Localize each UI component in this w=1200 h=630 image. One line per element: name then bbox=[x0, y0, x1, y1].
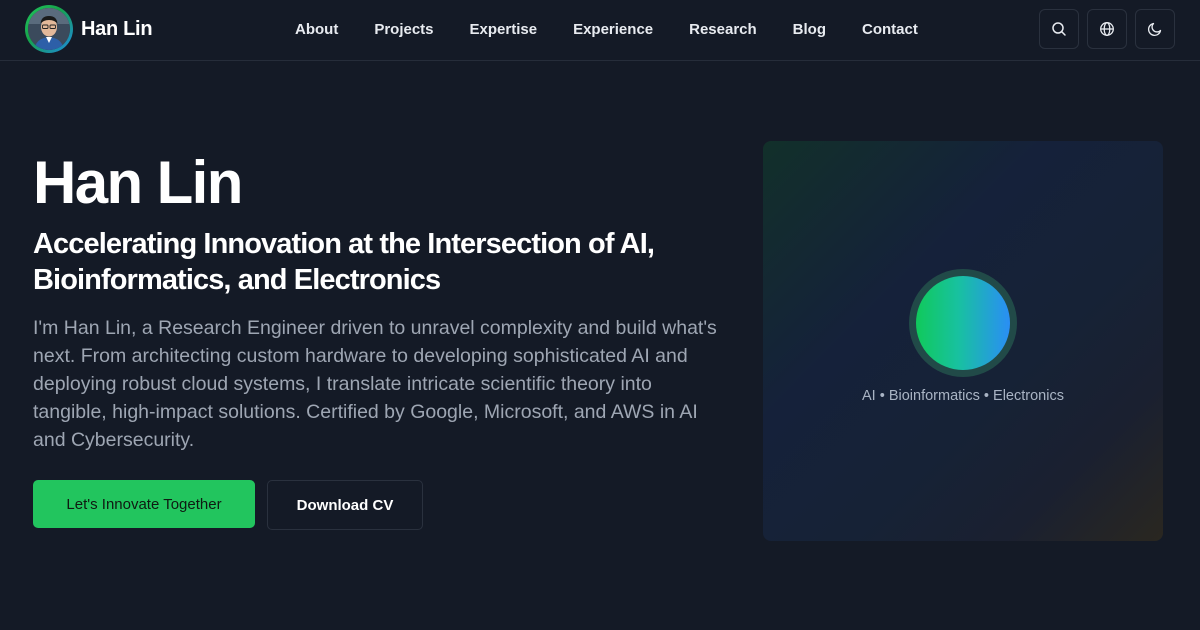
hero-description: I'm Han Lin, a Research Engineer driven … bbox=[33, 317, 717, 451]
page: Han Lin About Projects Expertise Experie… bbox=[0, 0, 1200, 630]
person-photo-icon bbox=[28, 8, 70, 50]
brand-name: Han Lin bbox=[81, 17, 153, 40]
nav-link-blog[interactable]: Blog bbox=[775, 21, 844, 38]
nav-link-about[interactable]: About bbox=[277, 21, 356, 38]
language-button[interactable] bbox=[1087, 9, 1127, 49]
hero-section: Han Lin Accelerating Innovation at the I… bbox=[33, 150, 733, 454]
avatar bbox=[25, 5, 73, 53]
nav-link-research[interactable]: Research bbox=[671, 21, 775, 38]
hero-title: Han Lin bbox=[33, 149, 243, 216]
gradient-orb-icon bbox=[916, 276, 1010, 370]
nav-link-projects[interactable]: Projects bbox=[356, 21, 451, 38]
hero-visual-card: AI • Bioinformatics • Electronics bbox=[763, 141, 1163, 541]
innovate-together-button[interactable]: Let's Innovate Together bbox=[33, 480, 255, 528]
search-icon bbox=[1052, 22, 1066, 36]
download-cv-button[interactable]: Download CV bbox=[267, 480, 423, 530]
nav-link-contact[interactable]: Contact bbox=[844, 21, 936, 38]
hero-buttons: Let's Innovate Together Download CV bbox=[33, 480, 423, 530]
hero-subtitle: Accelerating Innovation at the Intersect… bbox=[33, 228, 655, 296]
globe-icon bbox=[1100, 22, 1114, 36]
moon-icon bbox=[1147, 22, 1162, 37]
nav-links: About Projects Expertise Experience Rese… bbox=[277, 0, 936, 58]
nav-link-experience[interactable]: Experience bbox=[555, 21, 671, 38]
navbar: Han Lin About Projects Expertise Experie… bbox=[0, 0, 1200, 61]
card-tagline: AI • Bioinformatics • Electronics bbox=[862, 388, 1064, 404]
theme-toggle-button[interactable] bbox=[1135, 9, 1175, 49]
orb-ring bbox=[909, 269, 1017, 377]
avatar-photo bbox=[28, 8, 70, 50]
brand-link[interactable]: Han Lin bbox=[25, 5, 153, 53]
nav-link-expertise[interactable]: Expertise bbox=[452, 21, 556, 38]
search-button[interactable] bbox=[1039, 9, 1079, 49]
nav-actions bbox=[1039, 9, 1175, 49]
